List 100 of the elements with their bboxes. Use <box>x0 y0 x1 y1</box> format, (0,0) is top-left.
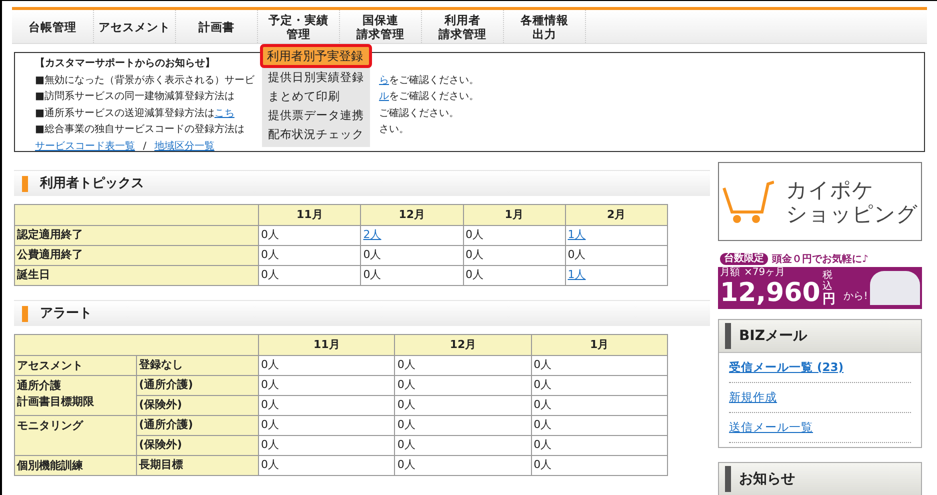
menu-item[interactable]: 配布状況チェック <box>262 125 370 144</box>
table-cell: 0人 <box>531 376 668 396</box>
notice-text: をご確認ください。 <box>389 90 479 104</box>
table-cell: 0人 <box>394 456 532 476</box>
cart-icon <box>722 180 774 224</box>
table-cell: 0人 <box>360 266 463 286</box>
link-separator: / <box>143 140 146 154</box>
row-subheader: (通所介護) <box>136 416 258 436</box>
nav-tab[interactable]: 各種情報 出力 <box>504 10 586 43</box>
menu-item[interactable]: まとめて印刷 <box>262 87 370 106</box>
notice-link[interactable]: ル <box>379 89 389 106</box>
panel-marker-icon <box>725 323 731 349</box>
ad-text: ×79ヶ月 <box>744 267 786 279</box>
table-cell: 0人 <box>394 356 532 376</box>
row-subheader: 登録なし <box>136 356 258 376</box>
nav-tab[interactable]: 利用者 請求管理 <box>422 10 504 43</box>
menu-item[interactable]: 提供日別実績登録 <box>262 68 370 87</box>
table-cell: 0人 <box>394 376 532 396</box>
count-link[interactable]: 1人 <box>568 228 586 242</box>
notice-text: をご確認ください。 <box>389 74 479 88</box>
car-photo-placeholder <box>870 271 920 305</box>
column-header: 2月 <box>565 204 668 226</box>
column-header: 12月 <box>360 204 463 226</box>
table-cell: 0人 <box>258 226 361 246</box>
mail-link[interactable]: 送信メール一覧 <box>729 418 813 436</box>
notice-link[interactable]: こち <box>214 106 234 122</box>
table-cell: 0人 <box>394 416 532 436</box>
column-header: 1月 <box>531 334 668 356</box>
count-link[interactable]: 1人 <box>568 268 586 282</box>
table-cell: 0人 <box>531 436 668 456</box>
row-header: 認定適用終了 <box>14 226 258 246</box>
table-cell: 0人 <box>258 436 395 456</box>
table-cell: 0人 <box>531 356 668 376</box>
table-cell: 0人 <box>258 356 395 376</box>
table-cell: 0人 <box>463 246 566 266</box>
mail-link[interactable]: 新規作成 <box>729 388 777 406</box>
ad-badge: 台数限定 <box>720 253 768 265</box>
nav-tab[interactable]: 計画書 <box>176 10 258 43</box>
notice-title: 【カスタマーサポートからのお知らせ】 <box>35 56 215 71</box>
notice-text: ご確認ください。 <box>379 106 459 120</box>
row-header: モニタリング <box>14 416 136 456</box>
ad-price: 12,960 <box>720 279 820 307</box>
row-header: 個別機能訓練 <box>14 456 136 476</box>
section-title: 利用者トピックス <box>40 174 144 193</box>
table-cell: 0人 <box>463 226 566 246</box>
notice-text: さい。 <box>379 123 409 137</box>
section-marker-icon <box>22 306 28 322</box>
panel-title: お知らせ <box>739 470 795 488</box>
table-cell: 0人 <box>258 396 395 416</box>
table-cell: 0人 <box>394 396 532 416</box>
ad-text: 円 <box>822 292 836 307</box>
nav-tab[interactable]: 予定・実績 管理 <box>258 10 340 43</box>
notice-link[interactable]: サービスコード表一覧 <box>35 138 135 155</box>
ad-text: から! <box>844 291 868 303</box>
nav-tab[interactable]: 国保連 請求管理 <box>340 10 422 43</box>
notice-link[interactable]: ら <box>379 72 389 89</box>
table-cell: 0人 <box>360 246 463 266</box>
menu-item[interactable]: 提供票データ連携 <box>262 106 370 125</box>
row-header: アセスメント <box>14 356 136 376</box>
row-subheader: (通所介護) <box>136 376 258 396</box>
panel-marker-icon <box>725 466 731 492</box>
row-subheader: (保険外) <box>136 396 258 416</box>
table-cell: 0人 <box>258 376 395 396</box>
column-header: 11月 <box>258 334 395 356</box>
panel-title: BIZメール <box>739 326 808 346</box>
section-title: アラート <box>40 304 92 323</box>
mail-link[interactable]: 受信メール一覧 (23) <box>729 358 844 376</box>
row-subheader: 長期目標 <box>136 456 258 476</box>
column-header: 11月 <box>258 204 361 226</box>
table-cell: 0人 <box>258 266 361 286</box>
nav-tab[interactable]: 台帳管理 <box>12 10 94 43</box>
table-cell: 0人 <box>258 416 395 436</box>
ad-text: 月額 <box>720 267 740 279</box>
notice-link[interactable]: 地域区分一覧 <box>154 138 214 155</box>
column-header: 1月 <box>463 204 566 226</box>
notice-text: ■訪問系サービスの同一建物減算登録方法は <box>35 90 234 104</box>
table-cell: 0人 <box>531 416 668 436</box>
table-cell: 0人 <box>394 436 532 456</box>
row-header: 通所介護 計画書目標期限 <box>14 376 136 416</box>
ad-text: 税込 <box>822 270 834 292</box>
count-link[interactable]: 2人 <box>363 228 382 242</box>
notice-text: ■総合事業の独自サービスコードの登録方法は <box>35 122 244 137</box>
table-cell: 0人 <box>531 456 668 476</box>
table-cell: 0人 <box>531 396 668 416</box>
table-cell: 0人 <box>463 266 566 286</box>
shopping-banner[interactable]: カイポケ ショッピング <box>718 162 922 241</box>
row-header: 公費適用終了 <box>14 246 258 266</box>
row-subheader: (保険外) <box>136 436 258 456</box>
banner-text: ショッピング <box>786 202 918 226</box>
nav-tab[interactable]: アセスメント <box>94 10 176 43</box>
row-header: 誕生日 <box>14 266 258 286</box>
notice-text: ■無効になった（背景が赤く表示される）サービ <box>35 74 254 88</box>
ad-headline: 頭金０円でお気軽に♪ <box>772 252 868 266</box>
menu-item[interactable]: 利用者別予実登録 <box>260 44 372 68</box>
section-marker-icon <box>22 176 28 192</box>
banner-text: カイポケ <box>786 178 875 202</box>
table-cell: 0人 <box>258 456 395 476</box>
table-cell: 0人 <box>565 246 668 266</box>
notice-text: ■通所系サービスの送迎減算登録方法は <box>35 106 214 120</box>
table-cell: 0人 <box>258 246 361 266</box>
